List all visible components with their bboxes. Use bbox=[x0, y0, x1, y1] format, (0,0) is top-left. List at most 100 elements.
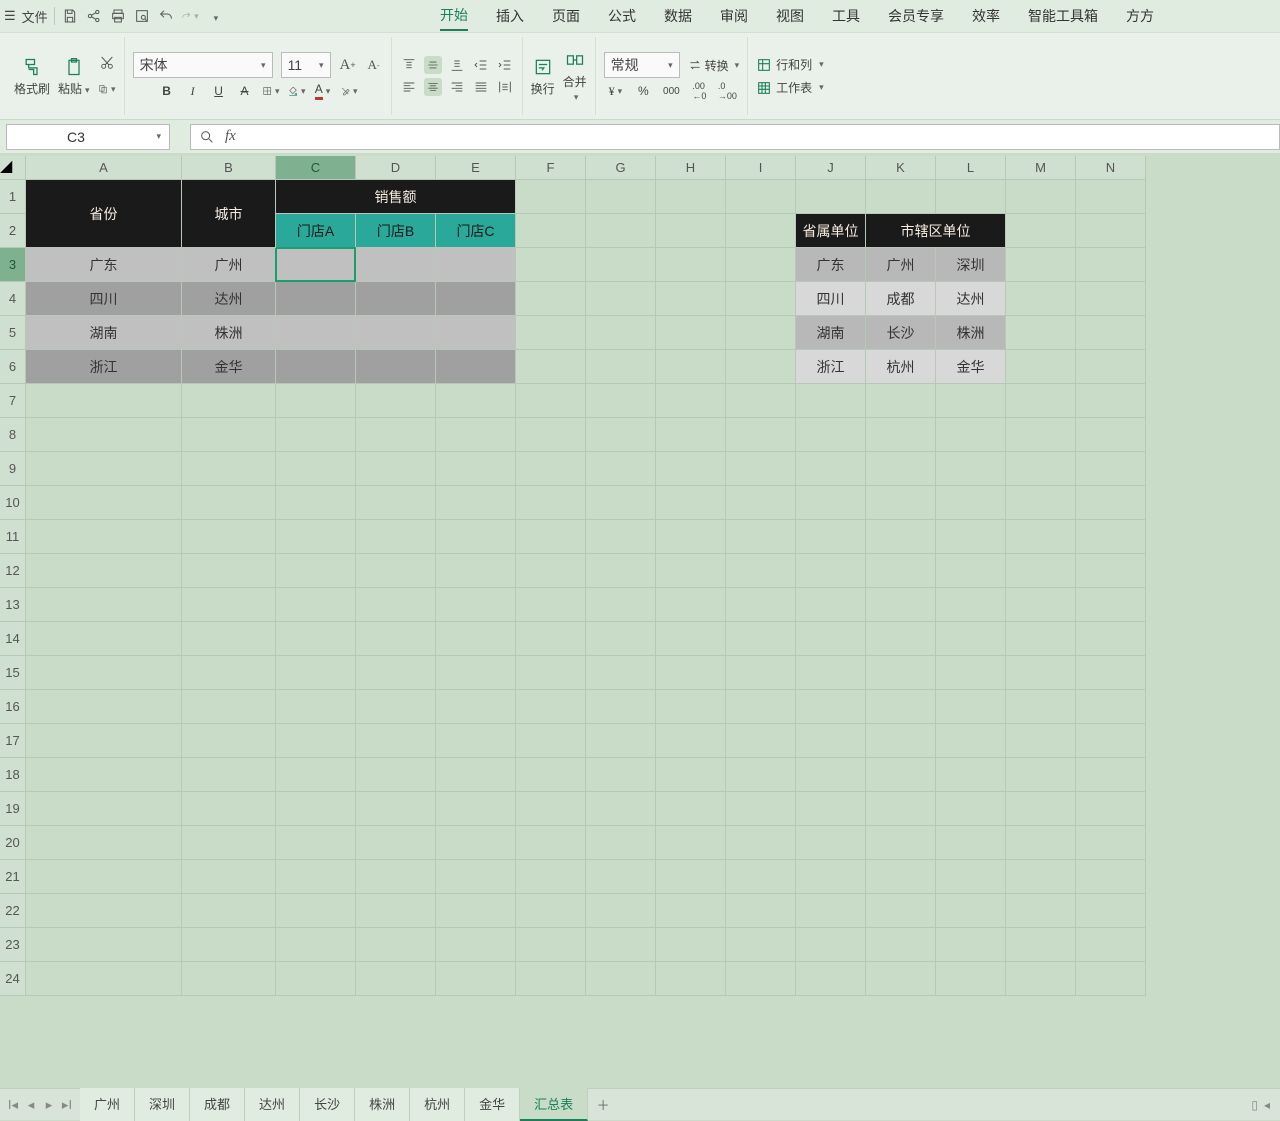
cell[interactable] bbox=[796, 758, 866, 792]
cell[interactable] bbox=[656, 724, 726, 758]
cell[interactable] bbox=[936, 724, 1006, 758]
cell[interactable] bbox=[656, 928, 726, 962]
spreadsheet-grid[interactable]: ◢ ABCDEFGHIJKLMN 12345678910111213141516… bbox=[0, 156, 1280, 1088]
row-header[interactable]: 7 bbox=[0, 384, 26, 418]
cell[interactable] bbox=[436, 792, 516, 826]
cell[interactable] bbox=[356, 826, 436, 860]
fill-color-icon[interactable] bbox=[288, 82, 306, 100]
cell[interactable] bbox=[356, 520, 436, 554]
row-header[interactable]: 24 bbox=[0, 962, 26, 996]
cell[interactable] bbox=[26, 894, 182, 928]
cell[interactable] bbox=[656, 894, 726, 928]
tab-数据[interactable]: 数据 bbox=[664, 2, 692, 30]
clear-format-icon[interactable] bbox=[340, 82, 358, 100]
save-icon[interactable] bbox=[61, 7, 79, 25]
cell[interactable] bbox=[936, 758, 1006, 792]
cell[interactable] bbox=[276, 826, 356, 860]
tab-插入[interactable]: 插入 bbox=[496, 2, 524, 30]
cell[interactable] bbox=[656, 180, 726, 214]
preview-icon[interactable] bbox=[133, 7, 151, 25]
cell[interactable] bbox=[866, 894, 936, 928]
cell[interactable] bbox=[26, 622, 182, 656]
cell[interactable] bbox=[796, 826, 866, 860]
cell[interactable] bbox=[726, 554, 796, 588]
cell[interactable] bbox=[726, 418, 796, 452]
cell[interactable] bbox=[1076, 452, 1146, 486]
cell[interactable] bbox=[276, 486, 356, 520]
cell[interactable]: 四川 bbox=[26, 282, 182, 316]
cell[interactable] bbox=[436, 316, 516, 350]
cell[interactable] bbox=[936, 792, 1006, 826]
cell[interactable] bbox=[182, 894, 276, 928]
nav-last-icon[interactable]: ▸I bbox=[60, 1097, 74, 1113]
cell[interactable] bbox=[866, 418, 936, 452]
cell[interactable] bbox=[1006, 860, 1076, 894]
cell[interactable] bbox=[1076, 622, 1146, 656]
font-size-select[interactable]: 11▾ bbox=[281, 52, 331, 78]
cell[interactable] bbox=[726, 486, 796, 520]
justify-icon[interactable] bbox=[472, 78, 490, 96]
cell[interactable] bbox=[586, 758, 656, 792]
cell[interactable] bbox=[656, 758, 726, 792]
decrease-font-icon[interactable]: A- bbox=[365, 56, 383, 74]
select-all-corner[interactable]: ◢ bbox=[0, 156, 26, 180]
add-sheet-button[interactable]: ＋ bbox=[588, 1095, 618, 1114]
cell[interactable] bbox=[436, 486, 516, 520]
cell[interactable] bbox=[1076, 860, 1146, 894]
cell[interactable] bbox=[1006, 486, 1076, 520]
cell[interactable]: 市辖区单位 bbox=[866, 214, 1006, 248]
cell[interactable] bbox=[276, 962, 356, 996]
row-header[interactable]: 22 bbox=[0, 894, 26, 928]
cell[interactable] bbox=[656, 588, 726, 622]
strikethrough-icon[interactable]: A bbox=[236, 82, 254, 100]
sheet-tab[interactable]: 株洲 bbox=[355, 1088, 410, 1121]
font-color-icon[interactable]: A bbox=[314, 82, 332, 100]
cell[interactable] bbox=[1076, 248, 1146, 282]
fx-icon[interactable]: fx bbox=[225, 128, 236, 145]
cell[interactable]: 深圳 bbox=[936, 248, 1006, 282]
copy-icon[interactable] bbox=[98, 80, 116, 98]
cell[interactable] bbox=[182, 520, 276, 554]
cell[interactable]: 省属单位 bbox=[796, 214, 866, 248]
name-box[interactable]: C3▾ bbox=[6, 124, 170, 150]
cell[interactable] bbox=[356, 656, 436, 690]
sheet-tab[interactable]: 达州 bbox=[245, 1088, 300, 1121]
worksheet-button[interactable]: 工作表 bbox=[756, 79, 824, 96]
cell[interactable] bbox=[1076, 486, 1146, 520]
col-header[interactable]: I bbox=[726, 156, 796, 180]
cell[interactable] bbox=[936, 418, 1006, 452]
comma-icon[interactable]: 000 bbox=[662, 82, 680, 100]
cell[interactable] bbox=[26, 792, 182, 826]
cell[interactable] bbox=[726, 724, 796, 758]
cell[interactable] bbox=[656, 860, 726, 894]
cell[interactable] bbox=[586, 588, 656, 622]
cell[interactable] bbox=[26, 860, 182, 894]
cell[interactable] bbox=[1006, 792, 1076, 826]
cell[interactable] bbox=[26, 758, 182, 792]
tab-方方[interactable]: 方方 bbox=[1126, 2, 1154, 30]
cell[interactable]: 广东 bbox=[26, 248, 182, 282]
cell[interactable] bbox=[276, 248, 356, 282]
cell[interactable] bbox=[26, 724, 182, 758]
cell[interactable] bbox=[1006, 350, 1076, 384]
cell[interactable] bbox=[276, 724, 356, 758]
cell[interactable] bbox=[516, 792, 586, 826]
cell[interactable] bbox=[182, 622, 276, 656]
cell[interactable] bbox=[726, 894, 796, 928]
cell[interactable] bbox=[436, 418, 516, 452]
cell[interactable] bbox=[436, 622, 516, 656]
cell[interactable] bbox=[516, 486, 586, 520]
sheet-nav[interactable]: I◂◂▸▸I bbox=[0, 1097, 80, 1113]
cell[interactable] bbox=[1076, 520, 1146, 554]
merge-button[interactable]: 合并 bbox=[563, 49, 587, 103]
cell[interactable] bbox=[276, 690, 356, 724]
cell[interactable] bbox=[586, 452, 656, 486]
cell[interactable] bbox=[656, 418, 726, 452]
cell[interactable] bbox=[516, 690, 586, 724]
increase-decimal-icon[interactable]: .00←0 bbox=[690, 82, 708, 100]
cell[interactable] bbox=[182, 588, 276, 622]
cell[interactable] bbox=[1076, 690, 1146, 724]
nav-next-icon[interactable]: ▸ bbox=[42, 1097, 56, 1113]
increase-font-icon[interactable]: A+ bbox=[339, 56, 357, 74]
cell[interactable] bbox=[656, 452, 726, 486]
